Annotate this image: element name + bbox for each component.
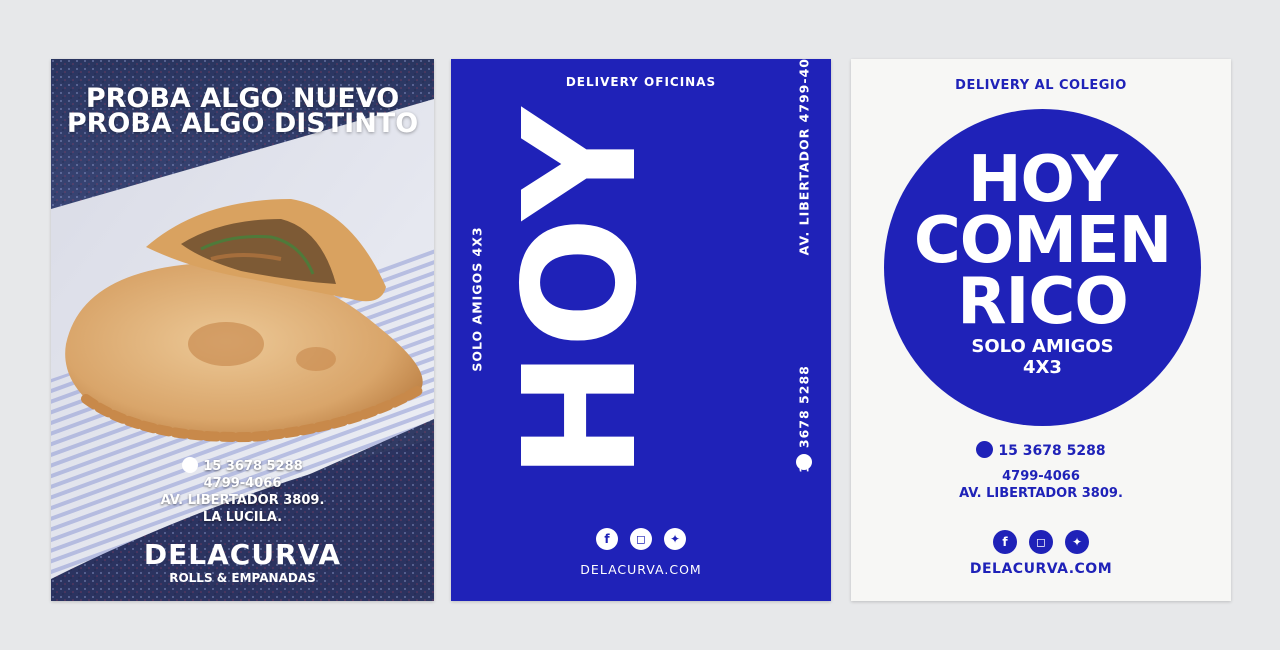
whatsapp-number: 15 3678 5288 [203,459,303,474]
flyer-white-card: DELIVERY AL COLEGIO HOY COMEN RICO SOLO … [851,59,1231,601]
promo-vertical-text: SOLO AMIGOS 4X3 [469,226,485,372]
rico-text: RICO [957,265,1128,339]
address: AV. LIBERTADOR 3809. [959,486,1123,501]
address: AV. LIBERTADOR 3809. [160,493,325,508]
solo-amigos-text: SOLO AMIGOS [971,336,1114,357]
phone-number: 4799-4066 [203,476,282,491]
brand-logo: DELACURVA [143,538,342,571]
instagram-icon[interactable]: ◻ [630,528,652,550]
facebook-icon[interactable]: f [596,528,618,550]
comen-text: COMEN [913,204,1172,278]
whatsapp-icon [182,457,199,473]
hoy-text: HOY [967,143,1118,217]
flyer-photo-card: PROBA ALGO NUEVO PROBA ALGO DISTINTO 15 … [51,59,434,601]
address-vertical-text: AV. LIBERTADOR 4799-4066 [796,59,812,256]
website-link[interactable]: DELACURVA.COM [851,561,1231,577]
whatsapp-icon [796,454,812,470]
headline-line-2: PROBA ALGO DISTINTO [66,108,419,139]
hoy-vertical-word: HOY [490,105,671,480]
whatsapp-line: 15 3678 5288 [51,457,434,475]
whatsapp-icon [976,441,994,458]
flyer-blue-card: DELIVERY OFICINAS HOY SOLO AMIGOS 4X3 AV… [451,59,831,601]
twitter-icon[interactable]: ✦ [1065,530,1089,554]
social-links: f ◻ ✦ [851,530,1231,554]
instagram-icon[interactable]: ◻ [1029,530,1053,554]
social-links: f ◻ ✦ [451,528,831,550]
website-link[interactable]: DELACURVA.COM [451,562,831,577]
phone-number: 4799-4066 [1002,469,1080,484]
whatsapp-number: 15 3678 5288 [998,443,1106,459]
promo-circle: HOY COMEN RICO SOLO AMIGOS 4X3 [884,109,1201,426]
delivery-label: DELIVERY OFICINAS [565,75,717,89]
twitter-icon[interactable]: ✦ [664,528,686,550]
delivery-label: DELIVERY AL COLEGIO [955,78,1127,93]
facebook-icon[interactable]: f [993,530,1017,554]
promo-4x3-text: 4X3 [1023,357,1062,378]
city: LA LUCILA. [202,510,283,525]
brand-tagline: ROLLS & EMPANADAS [169,571,316,585]
whatsapp-line: 15 3678 5288 [851,441,1231,460]
